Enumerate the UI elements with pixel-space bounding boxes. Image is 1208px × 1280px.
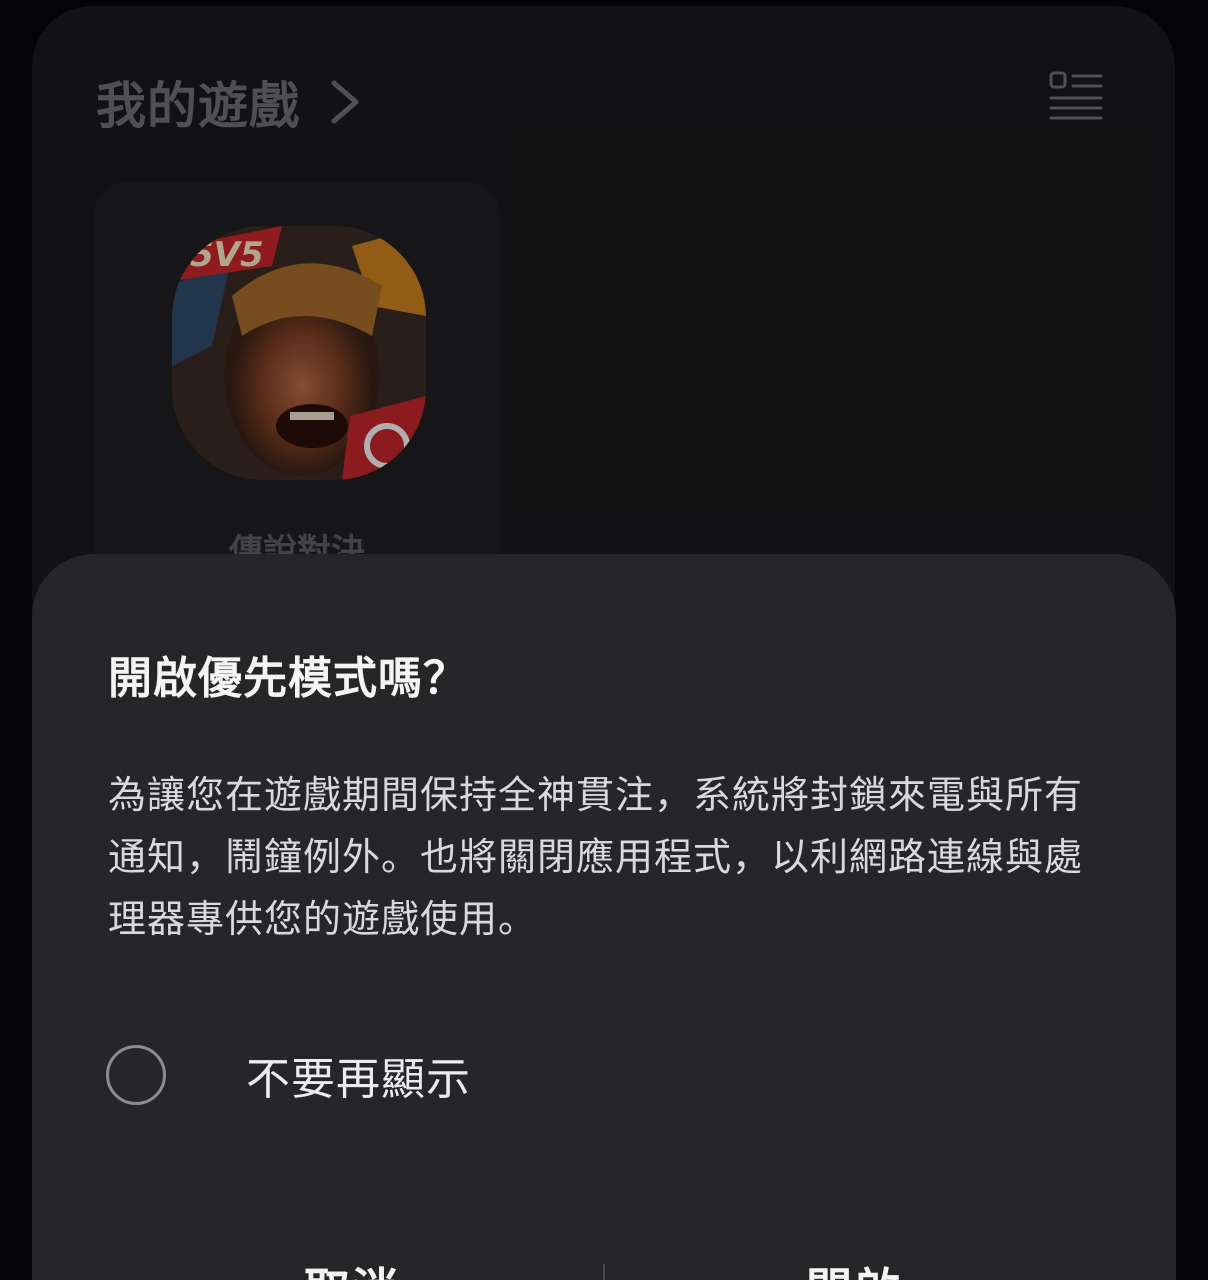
priority-mode-dialog: 開啟優先模式嗎？ 為讓您在遊戲期間保持全神貫注，系統將封鎖來電與所有通知，鬧鐘例… [32, 554, 1176, 1280]
enable-button[interactable]: 開啟 [654, 1254, 1054, 1280]
dont-show-again-checkbox[interactable] [106, 1045, 166, 1105]
dialog-title: 開啟優先模式嗎？ [108, 653, 468, 704]
dialog-buttons: 取消 開啟 [32, 1254, 1176, 1280]
screen: 我的遊戲 5V5 傳說對決 開啟優先模式嗎？ 為讓您在遊戲期間保持全神貫注，系統… [0, 0, 1208, 1280]
dont-show-again-label: 不要再顯示 [246, 1054, 471, 1105]
cancel-button[interactable]: 取消 [152, 1254, 552, 1280]
dont-show-again-option[interactable]: 不要再顯示 [106, 1042, 806, 1108]
button-divider [603, 1264, 605, 1280]
dialog-message: 為讓您在遊戲期間保持全神貫注，系統將封鎖來電與所有通知，鬧鐘例外。也將關閉應用程… [108, 773, 1084, 941]
